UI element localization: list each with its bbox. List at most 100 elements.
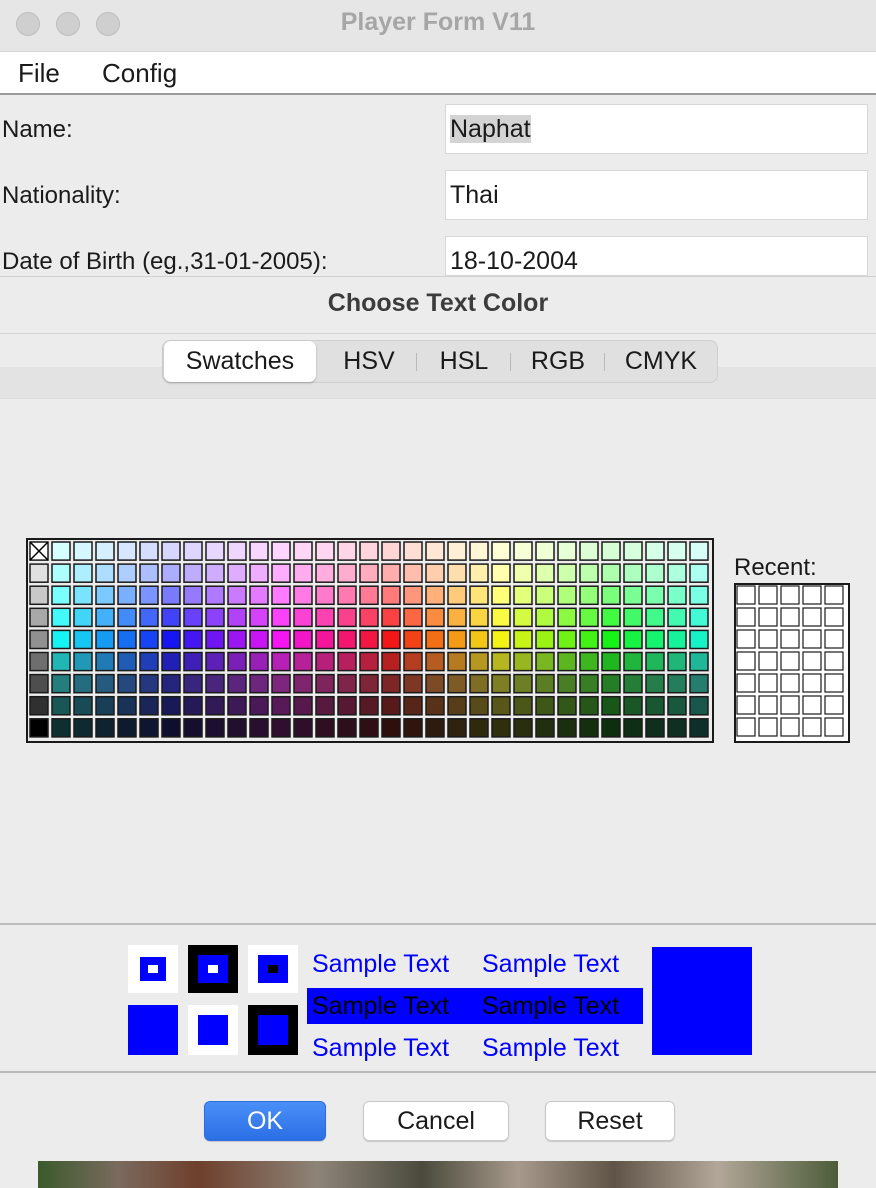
color-swatch[interactable] — [513, 695, 533, 716]
color-swatch[interactable] — [557, 651, 577, 672]
color-swatch[interactable] — [557, 585, 577, 606]
color-swatch[interactable] — [645, 718, 665, 738]
color-swatch[interactable] — [227, 651, 247, 672]
recent-swatch[interactable] — [758, 607, 778, 627]
color-swatch[interactable] — [359, 607, 379, 628]
color-swatch[interactable] — [403, 607, 423, 628]
color-swatch[interactable] — [95, 695, 115, 716]
color-swatch[interactable] — [337, 695, 357, 716]
color-swatch[interactable] — [601, 651, 621, 672]
color-swatch[interactable] — [491, 718, 511, 738]
color-swatch[interactable] — [469, 718, 489, 738]
color-swatch[interactable] — [535, 651, 555, 672]
color-swatch[interactable] — [535, 541, 555, 561]
color-swatch[interactable] — [623, 585, 643, 606]
color-swatch[interactable] — [359, 629, 379, 650]
tab-hsl[interactable]: HSL — [417, 341, 511, 382]
color-swatch[interactable] — [293, 629, 313, 650]
color-swatch[interactable] — [557, 607, 577, 628]
color-swatch[interactable] — [139, 629, 159, 650]
recent-swatch[interactable] — [824, 651, 844, 671]
recent-swatches[interactable] — [734, 583, 850, 743]
recent-swatch[interactable] — [802, 585, 822, 605]
color-swatch[interactable] — [381, 718, 401, 738]
color-swatch[interactable] — [689, 585, 709, 606]
recent-swatch[interactable] — [736, 651, 756, 671]
color-swatch[interactable] — [95, 718, 115, 738]
color-swatch[interactable] — [447, 695, 467, 716]
color-swatch[interactable] — [73, 563, 93, 583]
recent-swatch[interactable] — [736, 585, 756, 605]
color-swatch[interactable] — [491, 695, 511, 716]
color-swatch[interactable] — [29, 629, 49, 650]
color-swatch[interactable] — [227, 541, 247, 561]
color-swatch[interactable] — [29, 607, 49, 628]
color-swatch[interactable] — [513, 673, 533, 694]
color-swatch[interactable] — [117, 718, 137, 738]
color-swatch[interactable] — [205, 629, 225, 650]
color-swatch[interactable] — [205, 585, 225, 606]
color-swatch[interactable] — [403, 585, 423, 606]
color-swatch[interactable] — [205, 563, 225, 583]
color-swatch[interactable] — [667, 541, 687, 561]
name-field[interactable]: Naphat — [445, 104, 868, 154]
menu-file[interactable]: File — [18, 58, 60, 89]
color-swatch[interactable] — [249, 651, 269, 672]
color-swatch[interactable] — [469, 541, 489, 561]
color-swatch[interactable] — [337, 718, 357, 738]
color-swatch[interactable] — [425, 563, 445, 583]
color-swatch[interactable] — [513, 585, 533, 606]
color-swatch[interactable] — [249, 695, 269, 716]
recent-swatch[interactable] — [780, 651, 800, 671]
color-swatch[interactable] — [469, 673, 489, 694]
color-swatch[interactable] — [447, 673, 467, 694]
color-swatch[interactable] — [117, 563, 137, 583]
color-swatch[interactable] — [117, 607, 137, 628]
color-swatch[interactable] — [645, 673, 665, 694]
tab-hsv[interactable]: HSV — [321, 341, 417, 382]
color-swatch[interactable] — [535, 718, 555, 738]
color-swatch[interactable] — [315, 695, 335, 716]
color-swatch[interactable] — [579, 541, 599, 561]
color-swatch[interactable] — [645, 695, 665, 716]
color-swatch[interactable] — [249, 585, 269, 606]
color-swatch[interactable] — [95, 541, 115, 561]
color-swatch[interactable] — [337, 673, 357, 694]
color-swatch[interactable] — [315, 651, 335, 672]
color-swatch[interactable] — [73, 585, 93, 606]
color-swatch[interactable] — [205, 651, 225, 672]
color-swatch[interactable] — [645, 629, 665, 650]
recent-swatch[interactable] — [802, 651, 822, 671]
color-swatch[interactable] — [579, 651, 599, 672]
color-swatch[interactable] — [513, 607, 533, 628]
color-swatch[interactable] — [645, 563, 665, 583]
color-swatch[interactable] — [667, 563, 687, 583]
color-swatch[interactable] — [469, 563, 489, 583]
color-swatch[interactable] — [447, 541, 467, 561]
color-swatch[interactable] — [447, 563, 467, 583]
dob-field[interactable]: 18-10-2004 — [445, 236, 868, 276]
color-swatch[interactable] — [425, 651, 445, 672]
color-swatch[interactable] — [95, 563, 115, 583]
tab-cmyk[interactable]: CMYK — [605, 341, 717, 382]
color-swatch[interactable] — [205, 695, 225, 716]
recent-swatch[interactable] — [780, 673, 800, 693]
color-swatch[interactable] — [337, 563, 357, 583]
color-swatch[interactable] — [205, 673, 225, 694]
color-swatch[interactable] — [689, 651, 709, 672]
color-swatch[interactable] — [381, 629, 401, 650]
color-swatch[interactable] — [381, 607, 401, 628]
color-swatch[interactable] — [249, 629, 269, 650]
color-swatch[interactable] — [689, 673, 709, 694]
color-swatch[interactable] — [645, 607, 665, 628]
color-swatch[interactable] — [403, 651, 423, 672]
color-swatch[interactable] — [491, 651, 511, 672]
color-swatch[interactable] — [205, 607, 225, 628]
color-swatch[interactable] — [73, 651, 93, 672]
color-swatch[interactable] — [249, 541, 269, 561]
cancel-button[interactable]: Cancel — [363, 1101, 509, 1141]
recent-swatch[interactable] — [824, 717, 844, 737]
color-swatch[interactable] — [601, 541, 621, 561]
color-swatch[interactable] — [117, 585, 137, 606]
color-swatch[interactable] — [359, 563, 379, 583]
